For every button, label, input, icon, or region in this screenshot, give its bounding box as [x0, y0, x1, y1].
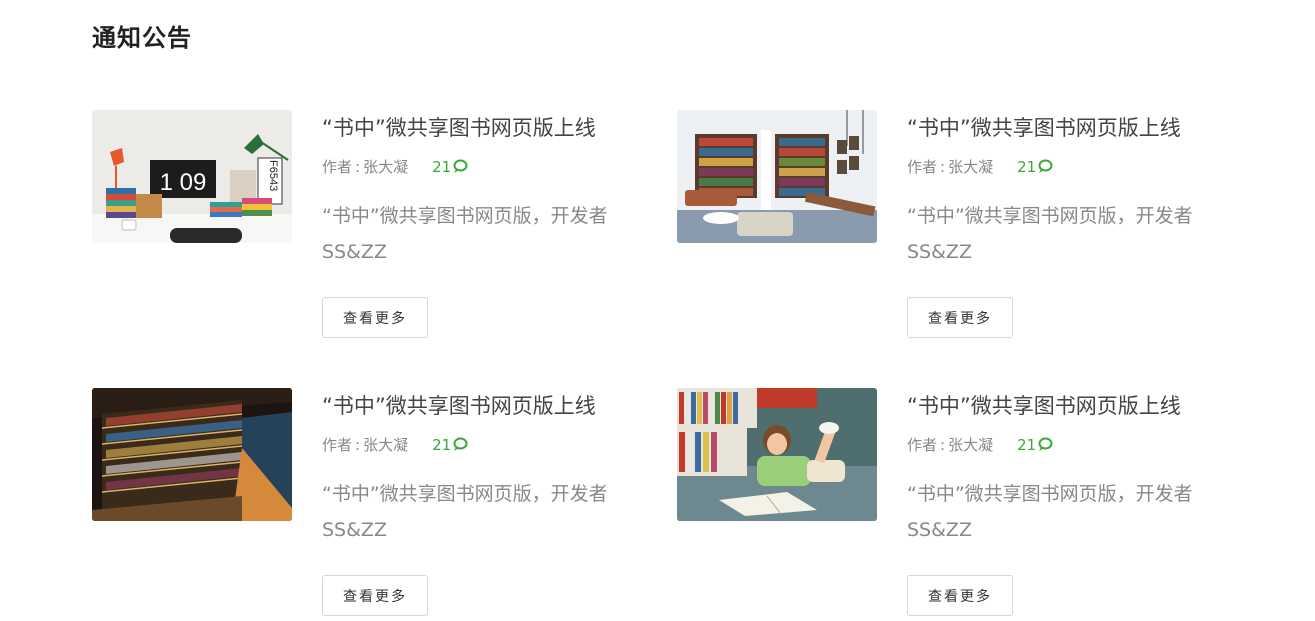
notice-meta: 作者 : 张大凝 21 — [322, 156, 468, 177]
notice-card: “书中”微共享图书网页版上线 作者 : 张大凝 21 “书中”微共享图书网页版，… — [92, 388, 652, 618]
comment-count[interactable]: 21 — [1017, 158, 1053, 176]
notice-title[interactable]: “书中”微共享图书网页版上线 — [322, 390, 596, 420]
author-name: 张大凝 — [363, 436, 409, 454]
author-label: 作者 — [907, 436, 938, 454]
view-more-button[interactable]: 查看更多 — [322, 297, 428, 338]
author-label: 作者 — [322, 436, 353, 454]
comment-count[interactable]: 21 — [432, 158, 468, 176]
notice-meta: 作者 : 张大凝 21 — [907, 434, 1053, 455]
view-more-button[interactable]: 查看更多 — [907, 575, 1013, 616]
notice-thumbnail[interactable] — [92, 388, 292, 521]
author-label: 作者 — [322, 158, 353, 176]
comment-count[interactable]: 21 — [1017, 436, 1053, 454]
speech-bubble-icon — [1037, 437, 1053, 452]
notice-thumbnail[interactable] — [677, 110, 877, 243]
comment-count-value: 21 — [432, 435, 452, 454]
view-more-button[interactable]: 查看更多 — [322, 575, 428, 616]
view-more-button[interactable]: 查看更多 — [907, 297, 1013, 338]
notice-card: “书中”微共享图书网页版上线 作者 : 张大凝 21 “书中”微共享图书网页版，… — [677, 388, 1237, 618]
section-title: 通知公告 — [92, 24, 192, 52]
speech-bubble-icon — [452, 437, 468, 452]
notice-card: 1 09 F6543 “书中”微共享图书网页版上线 作者 : 张大凝 21 “书… — [92, 110, 652, 340]
author-separator: : — [940, 435, 946, 454]
author-name: 张大凝 — [948, 158, 994, 176]
comment-count-value: 21 — [1017, 435, 1037, 454]
notice-summary: “书中”微共享图书网页版，开发者SS&ZZ — [322, 483, 608, 541]
notice-card: “书中”微共享图书网页版上线 作者 : 张大凝 21 “书中”微共享图书网页版，… — [677, 110, 1237, 340]
author-name: 张大凝 — [948, 436, 994, 454]
author-separator: : — [355, 435, 361, 454]
notice-thumbnail[interactable] — [677, 388, 877, 521]
comment-count[interactable]: 21 — [432, 436, 468, 454]
notice-meta: 作者 : 张大凝 21 — [907, 156, 1053, 177]
notice-thumbnail[interactable]: 1 09 F6543 — [92, 110, 292, 243]
notice-summary: “书中”微共享图书网页版，开发者SS&ZZ — [322, 205, 608, 263]
bookstore-shelves-stairs-photo — [92, 388, 292, 521]
poster-text: F6543 — [267, 160, 279, 191]
speech-bubble-icon — [1037, 159, 1053, 174]
author-separator: : — [940, 157, 946, 176]
author-separator: : — [355, 157, 361, 176]
notice-title[interactable]: “书中”微共享图书网页版上线 — [907, 112, 1181, 142]
notice-summary: “书中”微共享图书网页版，开发者SS&ZZ — [907, 483, 1193, 541]
author-label: 作者 — [907, 158, 938, 176]
comment-count-value: 21 — [432, 157, 452, 176]
notice-title[interactable]: “书中”微共享图书网页版上线 — [907, 390, 1181, 420]
library-living-room-photo — [677, 110, 877, 243]
notice-title[interactable]: “书中”微共享图书网页版上线 — [322, 112, 596, 142]
notice-summary: “书中”微共享图书网页版，开发者SS&ZZ — [907, 205, 1193, 263]
comment-count-value: 21 — [1017, 157, 1037, 176]
speech-bubble-icon — [452, 159, 468, 174]
author-name: 张大凝 — [363, 158, 409, 176]
notice-meta: 作者 : 张大凝 21 — [322, 434, 468, 455]
clock-text: 1 09 — [160, 169, 207, 196]
girl-reading-on-floor-photo — [677, 388, 877, 521]
desk-with-books-and-clock-photo: 1 09 F6543 — [92, 110, 292, 243]
